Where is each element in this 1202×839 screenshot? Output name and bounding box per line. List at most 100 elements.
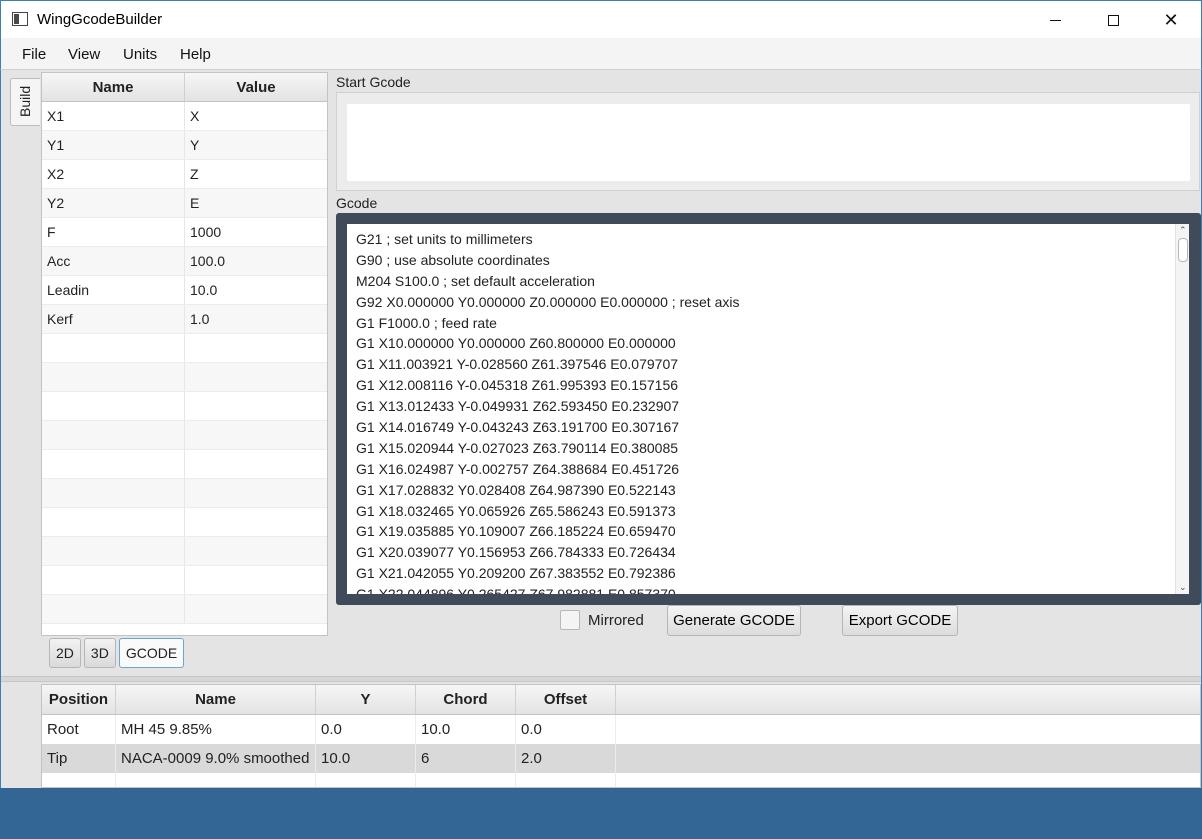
- parameters-table: Name Value X1 X Y1 Y X2 Z Y2 E F 1000 Acc 100.0 Lead…: [41, 72, 328, 636]
- table-row[interactable]: [42, 566, 327, 595]
- window-title: WingGcodeBuilder: [37, 11, 163, 28]
- airfoil-name-cell: MH 45 9.85%: [116, 715, 316, 744]
- table-row[interactable]: Tip NACA-0009 9.0% smoothed 10.0 6 2.0: [42, 744, 1200, 773]
- param-value-cell[interactable]: [185, 537, 327, 565]
- close-button[interactable]: ✕: [1142, 1, 1200, 39]
- scroll-up-icon[interactable]: ⌃: [1179, 225, 1187, 236]
- minimize-button[interactable]: [1026, 1, 1084, 39]
- param-value-cell[interactable]: X: [185, 102, 327, 130]
- param-name-cell: [42, 392, 185, 420]
- param-value-cell[interactable]: [185, 363, 327, 391]
- param-value-cell[interactable]: Z: [185, 160, 327, 188]
- param-value-cell[interactable]: 1000: [185, 218, 327, 246]
- minimize-icon: [1049, 19, 1061, 21]
- table-row[interactable]: Acc 100.0: [42, 247, 327, 276]
- param-name-cell: [42, 363, 185, 391]
- table-row[interactable]: Y1 Y: [42, 131, 327, 160]
- menu-view[interactable]: View: [68, 46, 100, 63]
- gcode-panel: G21 ; set units to millimeters G90 ; use …: [336, 213, 1201, 605]
- app-icon: [12, 12, 28, 26]
- column-header-offset[interactable]: Offset: [516, 685, 616, 714]
- param-value-cell[interactable]: [185, 421, 327, 449]
- param-name-cell: [42, 566, 185, 594]
- param-value-cell[interactable]: 10.0: [185, 276, 327, 304]
- param-value-cell[interactable]: [185, 566, 327, 594]
- param-name-cell: [42, 537, 185, 565]
- column-header-position[interactable]: Position: [42, 685, 116, 714]
- generate-gcode-button[interactable]: Generate GCODE: [667, 605, 801, 636]
- sections-table-header: Position Name Y Chord Offset: [42, 685, 1200, 715]
- menu-units[interactable]: Units: [123, 46, 157, 63]
- gcode-line: G1 X21.042055 Y0.209200 Z67.383552 E0.79…: [356, 565, 676, 582]
- param-name-cell: Acc: [42, 247, 185, 275]
- table-row[interactable]: [42, 537, 327, 566]
- y-cell: [316, 773, 416, 787]
- gcode-line: G1 X12.008116 Y-0.045318 Z61.995393 E0.1…: [356, 377, 679, 394]
- param-value-cell[interactable]: [185, 508, 327, 536]
- param-value-cell[interactable]: E: [185, 189, 327, 217]
- table-row[interactable]: X2 Z: [42, 160, 327, 189]
- menu-file[interactable]: File: [22, 46, 46, 63]
- scroll-down-icon[interactable]: ⌄: [1179, 582, 1187, 593]
- maximize-button[interactable]: [1084, 1, 1142, 39]
- table-row[interactable]: [42, 595, 327, 624]
- table-row[interactable]: [42, 508, 327, 537]
- column-header-value[interactable]: Value: [185, 73, 327, 101]
- menu-help[interactable]: Help: [180, 46, 211, 63]
- table-row[interactable]: [42, 450, 327, 479]
- offset-cell: 2.0: [516, 744, 616, 773]
- table-row[interactable]: [42, 392, 327, 421]
- table-row[interactable]: Leadin 10.0: [42, 276, 327, 305]
- table-row[interactable]: Kerf 1.0: [42, 305, 327, 334]
- column-header-chord[interactable]: Chord: [416, 685, 516, 714]
- app-content: Build Name Value X1 X Y1 Y X2 Z Y2 E F 1000 Acc 100…: [0, 70, 1202, 788]
- column-header-name[interactable]: Name: [42, 73, 185, 101]
- param-name-cell: [42, 334, 185, 362]
- param-name-cell: [42, 450, 185, 478]
- tab-3d[interactable]: 3D: [83, 638, 116, 668]
- table-row[interactable]: [42, 773, 1200, 787]
- table-row[interactable]: F 1000: [42, 218, 327, 247]
- param-value-cell[interactable]: [185, 334, 327, 362]
- table-row[interactable]: Root MH 45 9.85% 0.0 10.0 0.0: [42, 715, 1200, 744]
- filler-cell: [616, 744, 1200, 773]
- gcode-line: G1 X20.039077 Y0.156953 Z66.784333 E0.72…: [356, 544, 676, 561]
- mirrored-label: Mirrored: [588, 612, 644, 629]
- table-row[interactable]: X1 X: [42, 102, 327, 131]
- tab-2d[interactable]: 2D: [49, 638, 81, 668]
- position-cell: Tip: [42, 744, 116, 773]
- param-value-cell[interactable]: [185, 479, 327, 507]
- column-header-y[interactable]: Y: [316, 685, 416, 714]
- table-row[interactable]: Y2 E: [42, 189, 327, 218]
- gcode-line: G90 ; use absolute coordinates: [356, 251, 550, 268]
- scrollbar-thumb[interactable]: [1178, 238, 1188, 262]
- tab-build-label: Build: [17, 85, 33, 117]
- param-value-cell[interactable]: [185, 595, 327, 623]
- mirrored-checkbox[interactable]: [560, 610, 580, 630]
- param-value-cell[interactable]: [185, 392, 327, 420]
- table-row[interactable]: [42, 363, 327, 392]
- tab-gcode[interactable]: GCODE: [118, 638, 185, 668]
- export-gcode-button[interactable]: Export GCODE: [842, 605, 958, 636]
- gcode-label: Gcode: [336, 195, 378, 211]
- param-value-cell[interactable]: [185, 450, 327, 478]
- offset-cell: 0.0: [516, 715, 616, 744]
- chord-cell: 10.0: [416, 715, 516, 744]
- split-pane-divider[interactable]: [1, 676, 1201, 682]
- title-bar: WingGcodeBuilder ✕: [0, 0, 1202, 38]
- gcode-scrollbar[interactable]: ⌃ ⌄: [1175, 224, 1189, 594]
- gcode-textarea[interactable]: G21 ; set units to millimeters G90 ; use …: [347, 224, 1189, 594]
- close-icon: ✕: [1163, 9, 1179, 30]
- column-header-name[interactable]: Name: [116, 685, 316, 714]
- param-value-cell[interactable]: 100.0: [185, 247, 327, 275]
- param-value-cell[interactable]: 1.0: [185, 305, 327, 333]
- tab-build[interactable]: Build: [10, 78, 40, 126]
- taskbar: [0, 788, 1202, 839]
- gcode-line: G21 ; set units to millimeters: [356, 231, 533, 247]
- param-value-cell[interactable]: Y: [185, 131, 327, 159]
- table-row[interactable]: [42, 479, 327, 508]
- table-row[interactable]: [42, 421, 327, 450]
- table-row[interactable]: [42, 334, 327, 363]
- start-gcode-textarea[interactable]: [347, 104, 1190, 181]
- param-name-cell: X2: [42, 160, 185, 188]
